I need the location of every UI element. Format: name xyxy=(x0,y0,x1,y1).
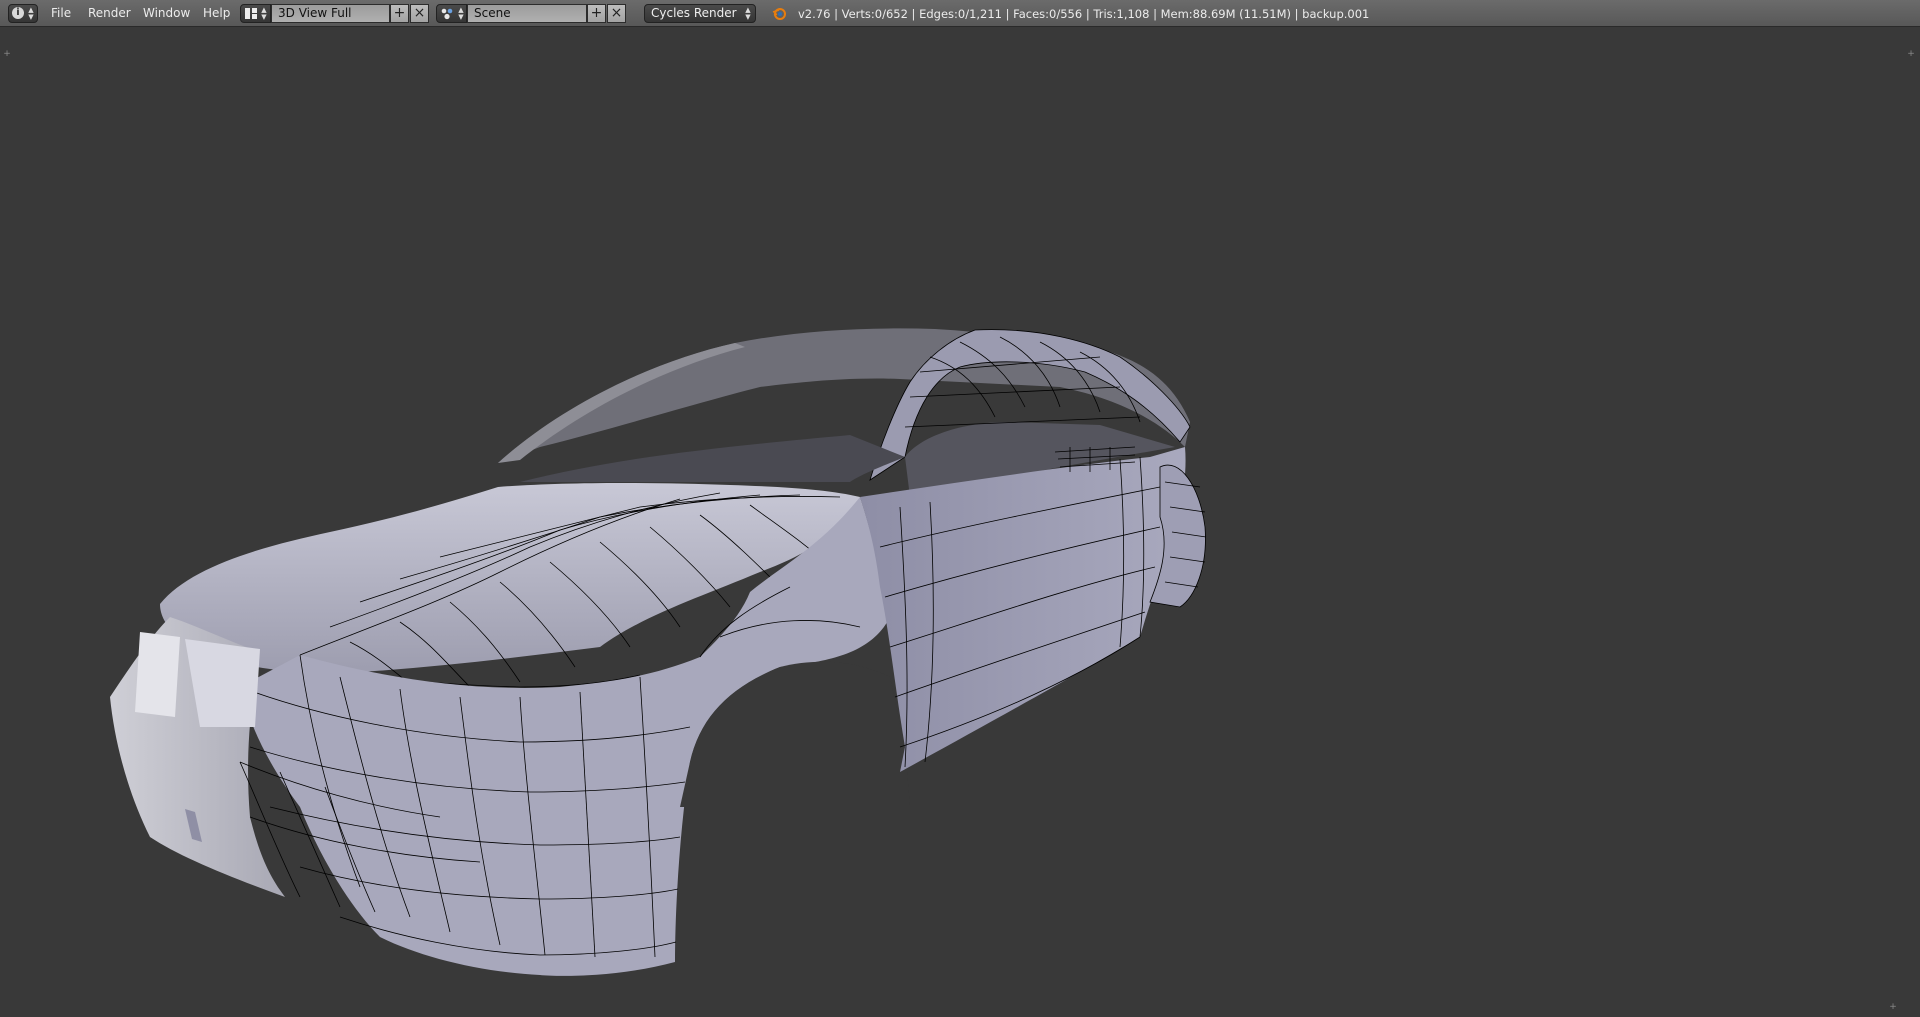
scene-name-field[interactable]: Scene xyxy=(467,4,587,23)
updown-arrows-icon: ▲ ▼ xyxy=(28,6,34,21)
updown-arrows-icon: ▲ ▼ xyxy=(261,6,267,21)
updown-arrows-icon: ▲ ▼ xyxy=(745,6,751,21)
menu-help[interactable]: Help xyxy=(203,6,230,20)
render-engine-label: Cycles Render xyxy=(651,6,737,20)
menu-file[interactable]: File xyxy=(51,6,71,20)
updown-arrows-icon: ▲ ▼ xyxy=(458,6,464,21)
3d-viewport[interactable]: + + + xyxy=(0,27,1920,1017)
delete-scene-button[interactable]: × xyxy=(607,4,626,23)
blender-logo-icon xyxy=(772,8,786,20)
car-body-mesh xyxy=(110,328,1207,976)
delete-screen-layout-button[interactable]: × xyxy=(410,4,429,23)
screen-layout-icon xyxy=(245,8,257,19)
add-scene-button[interactable]: + xyxy=(587,4,606,23)
menu-window[interactable]: Window xyxy=(143,6,190,20)
scene-icon xyxy=(441,8,453,20)
scene-statistics: v2.76 | Verts:0/652 | Edges:0/1,211 | Fa… xyxy=(798,7,1370,21)
scene-browse-button[interactable]: ▲ ▼ xyxy=(436,4,467,23)
screen-layout-name-field[interactable]: 3D View Full xyxy=(271,4,390,23)
menu-render[interactable]: Render xyxy=(88,6,131,20)
info-icon: i xyxy=(12,7,24,19)
screen-layout-browse-button[interactable]: ▲ ▼ xyxy=(240,4,271,23)
info-header: i ▲ ▼ File Render Window Help ▲ ▼ 3D View … xyxy=(0,0,1920,27)
editor-type-selector[interactable]: i ▲ ▼ xyxy=(8,4,38,23)
add-screen-layout-button[interactable]: + xyxy=(390,4,409,23)
render-engine-dropdown[interactable]: Cycles Render ▲ ▼ xyxy=(644,4,756,23)
